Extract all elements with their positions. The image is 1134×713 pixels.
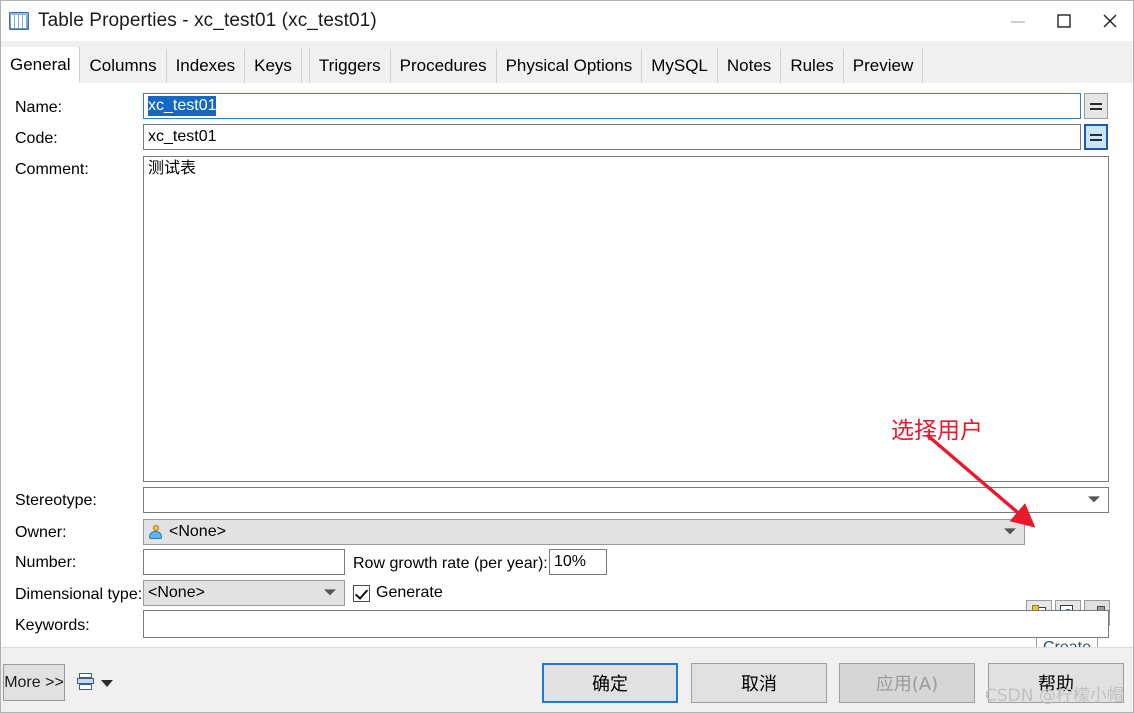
chevron-down-icon <box>1088 496 1100 503</box>
owner-combobox[interactable]: <None> <box>143 519 1025 545</box>
general-tab-panel: Name: xc_test01 Code: xc_test01 Comment:… <box>1 83 1133 661</box>
tab-preview[interactable]: Preview <box>843 49 924 83</box>
tab-label: MySQL <box>651 56 708 75</box>
code-label: Code: <box>15 130 58 147</box>
tab-strip: General Columns Indexes Keys Triggers Pr… <box>1 41 1133 83</box>
generate-checkbox[interactable]: Generate <box>353 584 443 602</box>
tab-label: Triggers <box>318 56 381 75</box>
table-icon <box>9 12 29 30</box>
generate-label: Generate <box>376 584 443 601</box>
tab-label: Indexes <box>175 56 236 75</box>
chevron-down-icon[interactable] <box>101 680 113 687</box>
row-growth-rate-label: Row growth rate (per year): <box>353 555 548 572</box>
tab-label: Procedures <box>399 56 487 75</box>
tab-triggers[interactable]: Triggers <box>308 49 391 83</box>
window-controls <box>995 1 1133 41</box>
window-title: Table Properties - xc_test01 (xc_test01) <box>38 10 377 31</box>
tab-label: General <box>10 55 71 74</box>
owner-label: Owner: <box>15 524 67 541</box>
tab-mysql[interactable]: MySQL <box>642 49 718 83</box>
apply-button[interactable]: 应用(A) <box>839 663 975 703</box>
code-input-value: xc_test01 <box>148 128 217 145</box>
table-properties-dialog: Table Properties - xc_test01 (xc_test01)… <box>0 0 1134 713</box>
person-icon <box>148 524 163 540</box>
tab-label: Columns <box>89 56 157 75</box>
number-input[interactable] <box>143 549 345 575</box>
name-equals-button[interactable] <box>1084 93 1108 119</box>
equals-icon <box>1090 133 1102 141</box>
tab-general[interactable]: General <box>1 47 81 83</box>
row-growth-rate-input[interactable]: 10% <box>549 549 607 575</box>
title-bar: Table Properties - xc_test01 (xc_test01) <box>1 1 1133 41</box>
annotation-arrow-icon <box>925 433 1036 528</box>
tab-label: Preview <box>852 56 914 75</box>
tab-label: Keys <box>254 56 292 75</box>
tab-rules[interactable]: Rules <box>781 49 844 83</box>
tab-notes[interactable]: Notes <box>717 49 782 83</box>
dimensional-type-value: <None> <box>148 584 205 601</box>
tab-label: Notes <box>726 56 772 75</box>
tab-physical-options[interactable]: Physical Options <box>496 49 643 83</box>
checkbox-icon <box>353 584 370 602</box>
dimensional-type-combobox[interactable]: <None> <box>143 580 345 606</box>
name-input-value: xc_test01 <box>148 96 217 116</box>
name-label: Name: <box>15 99 63 116</box>
row-growth-rate-value: 10% <box>554 553 587 570</box>
keywords-input[interactable] <box>143 610 1109 638</box>
code-input[interactable]: xc_test01 <box>143 124 1081 150</box>
cancel-button[interactable]: 取消 <box>691 663 827 703</box>
tab-keys[interactable]: Keys <box>245 49 302 83</box>
close-button[interactable] <box>1087 1 1133 41</box>
number-label: Number: <box>15 554 77 571</box>
comment-label: Comment: <box>15 161 89 178</box>
owner-value: <None> <box>169 523 226 540</box>
code-equals-button[interactable] <box>1084 124 1108 150</box>
maximize-button[interactable] <box>1041 1 1087 41</box>
tab-label: Physical Options <box>505 56 633 75</box>
tab-procedures[interactable]: Procedures <box>390 49 497 83</box>
more-button[interactable]: More >> <box>3 664 65 701</box>
chevron-down-icon <box>324 589 336 596</box>
print-icon[interactable] <box>77 673 95 691</box>
minimize-button[interactable] <box>995 1 1041 41</box>
name-input[interactable]: xc_test01 <box>143 93 1081 119</box>
ok-button[interactable]: 确定 <box>542 663 678 703</box>
tab-label: Rules <box>790 56 834 75</box>
equals-icon <box>1090 102 1102 110</box>
tab-columns[interactable]: Columns <box>80 49 167 83</box>
keywords-label: Keywords: <box>15 617 90 634</box>
tab-indexes[interactable]: Indexes <box>166 49 246 83</box>
watermark: CSDN @柠檬小帽 <box>985 686 1124 706</box>
dimensional-type-label: Dimensional type: <box>15 586 143 603</box>
stereotype-label: Stereotype: <box>15 492 97 509</box>
